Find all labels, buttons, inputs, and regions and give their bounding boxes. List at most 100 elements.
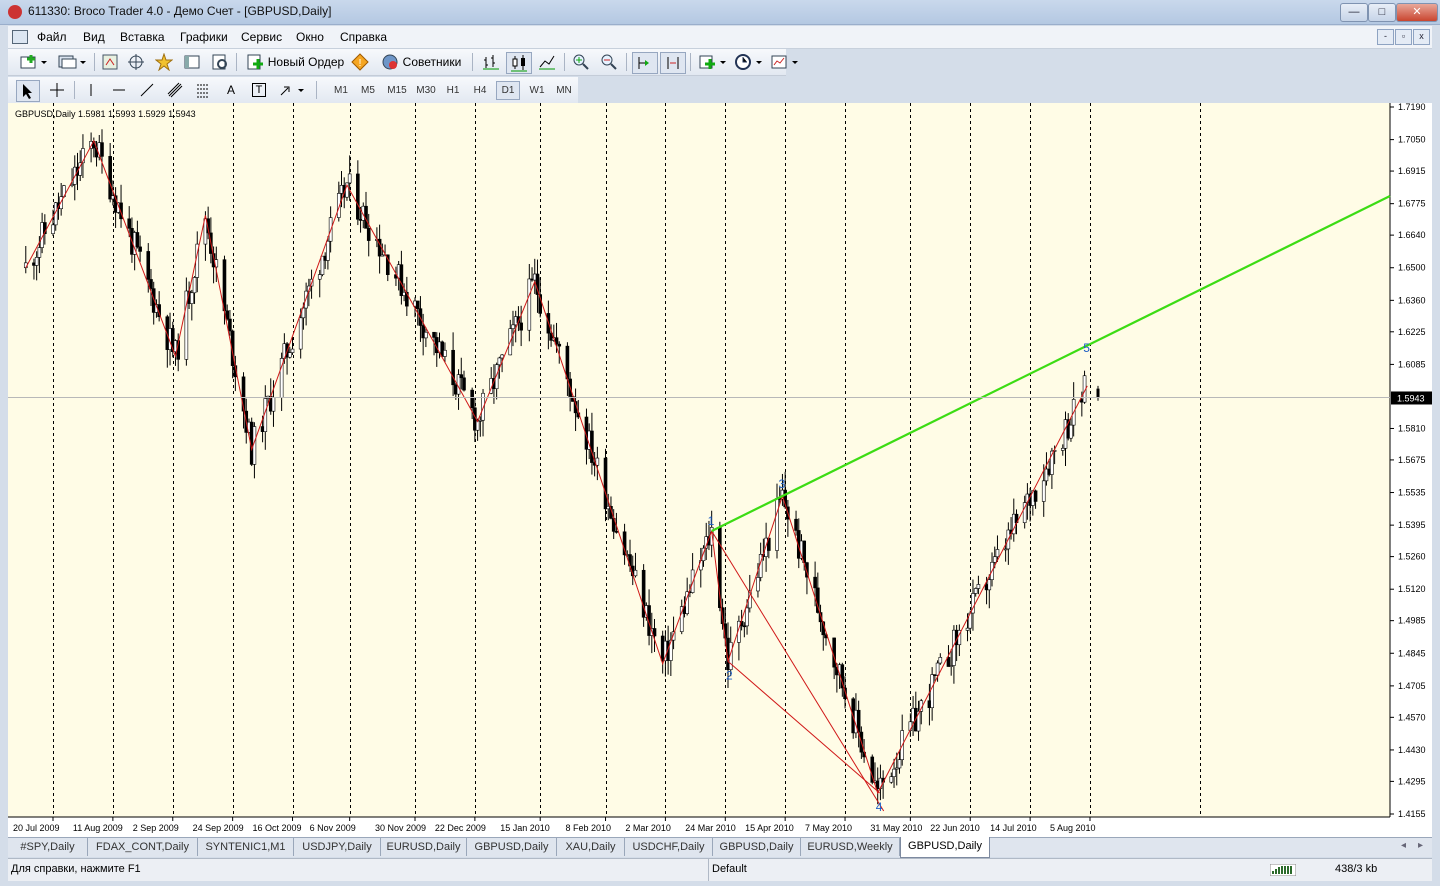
timeframe-h1[interactable]: H1	[442, 81, 464, 100]
tab-gbpusd-daily-2[interactable]: GBPUSD,Daily	[713, 838, 801, 856]
candle-body	[992, 556, 997, 563]
candle-body	[1041, 480, 1046, 502]
text-label-glyph: T	[251, 83, 267, 97]
timeframe-m5[interactable]: M5	[357, 81, 379, 100]
price-label-10: 1.5810	[1398, 423, 1426, 433]
price-chart[interactable]: 1.7190 1.7050 1.6915 1.6775 1.6640 1.6500 1.63…	[8, 102, 1432, 837]
candlestick-chart-icon[interactable]	[506, 52, 532, 74]
candle-body	[51, 224, 55, 235]
tab-fdax-daily[interactable]: FDAX_CONT,Daily	[88, 838, 198, 856]
vertical-line-icon[interactable]	[80, 80, 102, 100]
wave-label-4: 4	[876, 800, 883, 814]
new-order-button[interactable]: Новый Ордер	[244, 52, 346, 72]
cursor-icon[interactable]	[16, 80, 40, 102]
wave-label-1: 1	[708, 514, 715, 528]
timeframe-mn[interactable]: MN	[552, 81, 576, 100]
candle-body	[1069, 424, 1073, 439]
templates-button[interactable]	[768, 52, 802, 72]
candle-body	[973, 588, 978, 594]
tab-scroll-right-icon[interactable]: ▸	[1418, 840, 1423, 851]
timeframe-h4[interactable]: H4	[469, 81, 491, 100]
tab-usdchf-daily[interactable]: USDCHF,Daily	[625, 838, 713, 856]
trendline-icon[interactable]	[136, 80, 158, 100]
price-label-7: 1.6225	[1398, 327, 1426, 337]
tab-spy-daily[interactable]: #SPY,Daily	[8, 838, 88, 856]
date-label-11: 24 Mar 2010	[685, 823, 736, 833]
tab-gbpusd-daily-active[interactable]: GBPUSD,Daily	[900, 837, 990, 858]
tab-eurusd-weekly[interactable]: EURUSD,Weekly	[801, 838, 900, 856]
tab-eurusd-daily[interactable]: EURUSD,Daily	[381, 838, 467, 856]
date-label-8: 15 Jan 2010	[500, 823, 550, 833]
mdi-minimize-button[interactable]: -	[1377, 29, 1394, 45]
menu-insert[interactable]: Вставка	[120, 30, 165, 44]
candle-body	[775, 498, 779, 551]
price-label-12: 1.5535	[1398, 488, 1426, 498]
indicators-button[interactable]	[696, 52, 730, 72]
maximize-button[interactable]: □	[1368, 3, 1396, 22]
menu-window[interactable]: Окно	[296, 30, 324, 44]
crosshair-icon[interactable]	[46, 80, 68, 100]
menu-tools[interactable]: Сервис	[241, 30, 282, 44]
zoom-in-icon[interactable]	[570, 52, 592, 72]
tab-scroll-left-icon[interactable]: ◂	[1401, 840, 1406, 851]
date-label-7: 22 Dec 2009	[435, 823, 486, 833]
current-price-label: 1.5943	[1397, 393, 1425, 403]
new-chart-button[interactable]	[16, 52, 50, 72]
auto-scroll-icon[interactable]	[632, 52, 658, 74]
chart-shift-icon[interactable]	[660, 52, 686, 74]
alert-diamond-icon[interactable]: !	[350, 52, 370, 72]
tab-usdjpy-daily[interactable]: USDJPY,Daily	[294, 838, 381, 856]
menu-view[interactable]: Вид	[83, 30, 105, 44]
tab-gbpusd-daily-1[interactable]: GBPUSD,Daily	[467, 838, 557, 856]
timeframe-m30[interactable]: M30	[413, 81, 439, 100]
candle-body	[415, 300, 420, 309]
candle-body	[228, 318, 232, 332]
horizontal-line-icon[interactable]	[108, 80, 130, 100]
bar-chart-icon[interactable]	[480, 52, 502, 72]
navigator-icon[interactable]	[154, 52, 174, 72]
candle-body	[497, 357, 502, 365]
mdi-restore-button[interactable]: ▫	[1395, 29, 1412, 45]
timeframe-d1[interactable]: D1	[496, 81, 520, 100]
price-label-14: 1.5260	[1398, 552, 1426, 562]
chart-window[interactable]: 1.7190 1.7050 1.6915 1.6775 1.6640 1.6500 1.63…	[8, 102, 1432, 837]
equidistant-channel-icon[interactable]	[164, 80, 186, 100]
minimize-button[interactable]: —	[1340, 3, 1368, 22]
menu-help[interactable]: Справка	[340, 30, 387, 44]
tab-xau-daily[interactable]: XAU,Daily	[557, 838, 625, 856]
text-tool-icon[interactable]: A	[220, 80, 242, 100]
text-label-icon[interactable]: T	[248, 80, 270, 100]
fibonacci-icon[interactable]	[192, 80, 214, 100]
candle-body	[1033, 490, 1038, 502]
timeframe-m15[interactable]: M15	[384, 81, 410, 100]
terminal-icon[interactable]	[182, 52, 202, 72]
chart-plot-area[interactable]	[8, 103, 1390, 817]
price-scale[interactable]	[1390, 103, 1432, 837]
crosshair-data-icon[interactable]	[126, 52, 146, 72]
profiles-button[interactable]	[54, 52, 88, 72]
timeframe-w1[interactable]: W1	[525, 81, 549, 100]
wave-label-2: 2	[726, 668, 733, 682]
window-title: 611330: Broco Trader 4.0 - Демо Счет - […	[28, 4, 332, 18]
strategy-tester-icon[interactable]	[210, 52, 230, 72]
chart-window-icon[interactable]	[12, 30, 28, 44]
menu-file[interactable]: Файл	[37, 30, 67, 44]
menu-charts[interactable]: Графики	[180, 30, 228, 44]
zoom-out-icon[interactable]	[598, 52, 620, 72]
periods-button[interactable]	[732, 52, 766, 72]
expert-advisors-button[interactable]: Советники	[376, 52, 466, 72]
close-button[interactable]: ✕	[1396, 3, 1438, 22]
date-label-0: 20 Jul 2009	[13, 823, 60, 833]
arrows-icon[interactable]	[276, 80, 310, 100]
candle-body	[462, 377, 466, 391]
tab-syntenic-m1[interactable]: SYNTENIC1,M1	[198, 838, 294, 856]
date-label-4: 16 Oct 2009	[253, 823, 302, 833]
line-chart-icon[interactable]	[536, 52, 558, 72]
candle-body	[138, 246, 142, 252]
market-watch-icon[interactable]	[100, 52, 120, 72]
wave-label-3: 3	[778, 477, 785, 491]
mdi-close-button[interactable]: x	[1413, 29, 1430, 45]
timeframe-m1[interactable]: M1	[330, 81, 352, 100]
candle-body	[1060, 447, 1065, 451]
candle-body	[935, 662, 940, 676]
